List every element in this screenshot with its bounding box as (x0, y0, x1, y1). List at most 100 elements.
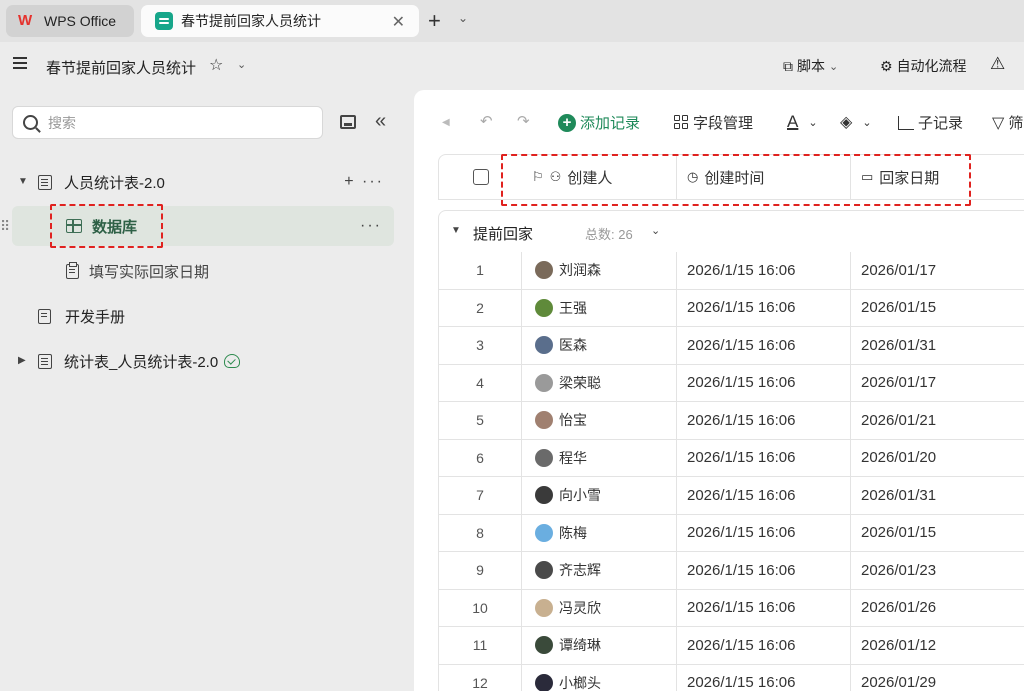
group-header[interactable]: ▼ 提前回家 总数: 26 ⌄ (438, 210, 1024, 252)
table-row[interactable]: 3 医森 2026/1/15 16:06 2026/01/31 (438, 327, 1024, 365)
creator-cell[interactable]: 怡宝 (522, 402, 677, 439)
font-color-button[interactable]: A ⌄ (787, 112, 818, 132)
more-icon[interactable]: ··· (360, 217, 382, 235)
home-date-cell[interactable]: 2026/01/21 (851, 402, 1024, 439)
caret-down-icon[interactable]: ▼ (451, 225, 461, 236)
redo-icon[interactable]: ↷ (517, 112, 530, 130)
home-date-cell[interactable]: 2026/01/23 (851, 552, 1024, 589)
sidebar-item-dev-manual[interactable]: 开发手册 (12, 296, 394, 336)
star-icon[interactable]: ☆ (209, 55, 223, 75)
creator-cell[interactable]: 冯灵欣 (522, 589, 677, 626)
home-date-cell[interactable]: 2026/01/17 (851, 252, 1024, 289)
created-time-cell[interactable]: 2026/1/15 16:06 (677, 589, 851, 626)
drag-handle-icon[interactable]: ⠿ (0, 218, 10, 235)
creator-cell[interactable]: 齐志辉 (522, 552, 677, 589)
page-title[interactable]: 春节提前回家人员统计 (46, 57, 196, 78)
table-row[interactable]: 12 小榔头 2026/1/15 16:06 2026/01/29 (438, 664, 1024, 691)
creator-name: 谭绮琳 (559, 637, 601, 654)
toolbar: ◀ ↶ ↷ + 添加记录 字段管理 A ⌄ ◈ ⌄ 子记录 ▽ 筛 (414, 90, 1024, 154)
created-time-cell[interactable]: 2026/1/15 16:06 (677, 289, 851, 326)
add-and-more-icons[interactable]: + ··· (344, 173, 384, 191)
search-input[interactable]: 搜索 (12, 106, 323, 139)
created-time-cell[interactable]: 2026/1/15 16:06 (677, 402, 851, 439)
table-row[interactable]: 2 王强 2026/1/15 16:06 2026/01/15 (438, 289, 1024, 327)
automation-button[interactable]: ⚙ 自动化流程 (880, 56, 967, 76)
creator-cell[interactable]: 程华 (522, 439, 677, 476)
avatar (535, 298, 553, 317)
automation-label: 自动化流程 (896, 58, 967, 74)
creator-cell[interactable]: 王强 (522, 289, 677, 326)
robot-icon: ⚙ (880, 57, 893, 74)
select-all-checkbox[interactable] (473, 169, 489, 185)
new-tab-plus-icon[interactable]: + (428, 8, 441, 34)
creator-name: 小榔头 (559, 674, 601, 691)
creator-name: 向小雪 (559, 487, 601, 504)
table-row[interactable]: 9 齐志辉 2026/1/15 16:06 2026/01/23 (438, 552, 1024, 590)
table-row[interactable]: 6 程华 2026/1/15 16:06 2026/01/20 (438, 439, 1024, 477)
filter-icon: ▽ (992, 114, 1005, 132)
table-row[interactable]: 5 怡宝 2026/1/15 16:06 2026/01/21 (438, 402, 1024, 440)
chevron-down-icon[interactable]: ⌄ (237, 58, 246, 71)
creator-cell[interactable]: 医森 (522, 327, 677, 364)
warning-icon[interactable]: ⚠ (990, 54, 1005, 74)
home-date-cell[interactable]: 2026/01/12 (851, 627, 1024, 664)
table-row[interactable]: 4 梁荣聪 2026/1/15 16:06 2026/01/17 (438, 364, 1024, 402)
collapse-sidebar-icon[interactable]: « (375, 110, 386, 133)
add-record-button[interactable]: + 添加记录 (558, 112, 640, 133)
field-manage-button[interactable]: 字段管理 (674, 112, 753, 133)
script-button[interactable]: ⧉ 脚本 ⌄ (783, 56, 838, 76)
created-time-cell[interactable]: 2026/1/15 16:06 (677, 664, 851, 691)
created-time-cell[interactable]: 2026/1/15 16:06 (677, 252, 851, 289)
table-row[interactable]: 1 刘润森 2026/1/15 16:06 2026/01/17 (438, 252, 1024, 290)
sidebar-item-fill-date[interactable]: 填写实际回家日期 (12, 251, 394, 291)
home-date-cell[interactable]: 2026/01/31 (851, 477, 1024, 514)
created-time-cell[interactable]: 2026/1/15 16:06 (677, 477, 851, 514)
home-date-cell[interactable]: 2026/01/20 (851, 440, 1024, 477)
table-row[interactable]: 11 谭绮琳 2026/1/15 16:06 2026/01/12 (438, 627, 1024, 665)
creator-cell[interactable]: 谭绮琳 (522, 627, 677, 664)
table-row[interactable]: 8 陈梅 2026/1/15 16:06 2026/01/15 (438, 514, 1024, 552)
creator-cell[interactable]: 陈梅 (522, 514, 677, 551)
chevron-down-icon[interactable]: ⌄ (651, 224, 660, 237)
creator-cell[interactable]: 刘润森 (522, 252, 677, 289)
undo-icon[interactable]: ↶ (480, 112, 493, 130)
created-time-cell[interactable]: 2026/1/15 16:06 (677, 552, 851, 589)
creator-name: 刘润森 (559, 262, 601, 279)
home-date-cell[interactable]: 2026/01/17 (851, 365, 1024, 402)
avatar (535, 448, 553, 467)
sub-record-button[interactable]: 子记录 (898, 112, 963, 133)
filter-button[interactable]: ▽ 筛 (992, 112, 1023, 133)
home-date-cell[interactable]: 2026/01/15 (851, 515, 1024, 552)
row-index: 7 (439, 477, 522, 514)
home-date-cell[interactable]: 2026/01/29 (851, 665, 1024, 691)
home-date-cell[interactable]: 2026/01/31 (851, 327, 1024, 364)
chevron-down-icon[interactable]: ⌄ (458, 11, 468, 25)
fill-color-button[interactable]: ◈ ⌄ (840, 112, 872, 132)
sidebar-item-stats-table[interactable]: ▶ 统计表_人员统计表-2.0 (12, 341, 394, 381)
table-row[interactable]: 10 冯灵欣 2026/1/15 16:06 2026/01/26 (438, 589, 1024, 627)
row-index: 3 (439, 327, 522, 364)
sidebar-item-people-table[interactable]: ▼ 人员统计表-2.0 + ··· (12, 162, 394, 202)
close-icon[interactable]: ✕ (392, 12, 405, 32)
created-time-cell[interactable]: 2026/1/15 16:06 (677, 364, 851, 401)
row-index: 4 (439, 364, 522, 401)
avatar (535, 523, 553, 542)
panel-toggle-icon[interactable] (340, 115, 356, 129)
table-row[interactable]: 7 向小雪 2026/1/15 16:06 2026/01/31 (438, 477, 1024, 515)
caret-right-icon[interactable]: ▶ (18, 355, 26, 366)
creator-cell[interactable]: 向小雪 (522, 477, 677, 514)
home-date-cell[interactable]: 2026/01/15 (851, 290, 1024, 327)
created-time-cell[interactable]: 2026/1/15 16:06 (677, 514, 851, 551)
tab-wps-home[interactable]: W WPS Office (6, 5, 134, 37)
document-icon (38, 308, 51, 324)
menu-icon[interactable] (13, 57, 27, 69)
creator-cell[interactable]: 小榔头 (522, 664, 677, 691)
home-date-cell[interactable]: 2026/01/26 (851, 590, 1024, 627)
created-time-cell[interactable]: 2026/1/15 16:06 (677, 627, 851, 664)
creator-cell[interactable]: 梁荣聪 (522, 364, 677, 401)
caret-down-icon[interactable]: ▼ (18, 176, 28, 187)
created-time-cell[interactable]: 2026/1/15 16:06 (677, 327, 851, 364)
back-icon[interactable]: ◀ (442, 117, 450, 128)
created-time-cell[interactable]: 2026/1/15 16:06 (677, 439, 851, 476)
tab-document[interactable]: 春节提前回家人员统计 ✕ (141, 5, 419, 37)
